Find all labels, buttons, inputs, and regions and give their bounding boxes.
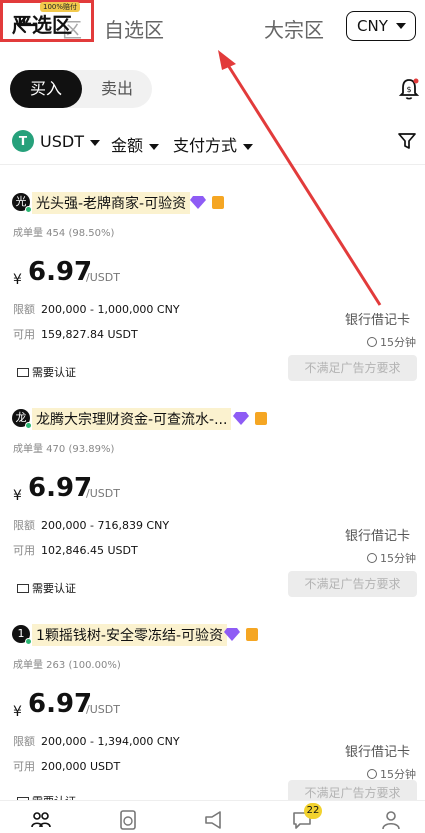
limit-row: 限额 200,000 - 1,394,000 CNY — [13, 733, 180, 749]
limit-label: 限额 — [13, 735, 35, 748]
payment-time-value: 15分钟 — [380, 336, 416, 349]
merchant-name[interactable]: 龙腾大宗理财资金-可查流水-... — [32, 408, 232, 430]
verification-label: 需要认证 — [32, 366, 76, 379]
filter-funnel-icon[interactable] — [396, 130, 418, 152]
merchant-card[interactable]: 光 光头强-老牌商家-可验资 成单量 454 (98.50%) ¥ 6.97 /… — [0, 192, 425, 411]
diamond-merchant-icon — [233, 412, 249, 425]
limit-value: 200,000 - 1,394,000 CNY — [41, 735, 180, 748]
id-card-icon — [17, 368, 29, 377]
orders-icon[interactable] — [117, 809, 139, 831]
currency-symbol: ¥ — [13, 272, 22, 288]
price-unit: /USDT — [86, 703, 120, 716]
amount-filter[interactable]: 金额 — [111, 132, 160, 156]
clock-icon — [367, 337, 377, 347]
chevron-down-icon — [243, 143, 254, 150]
order-stats: 成单量 470 (93.89%) — [13, 444, 115, 455]
tab-watchlist[interactable]: 自选区 — [104, 14, 164, 43]
diamond-merchant-icon — [224, 628, 240, 641]
filter-bar: T USDT 金额 支付方式 — [0, 124, 425, 160]
currency-symbol: ¥ — [13, 704, 22, 720]
requirements-not-met-button[interactable]: 不满足广告方要求 — [288, 571, 417, 597]
available-value: 159,827.84 USDT — [41, 328, 138, 341]
verified-shield-icon — [246, 628, 258, 641]
limit-value: 200,000 - 1,000,000 CNY — [41, 303, 180, 316]
messages-badge: 22 — [304, 803, 322, 819]
asset-filter-label: USDT — [40, 132, 84, 151]
tab-bulk[interactable]: 大宗区 — [264, 14, 324, 43]
available-row: 可用 200,000 USDT — [13, 758, 120, 774]
chevron-down-icon — [89, 139, 100, 146]
merchant-card[interactable]: 龙 龙腾大宗理财资金-可查流水-... 成单量 470 (93.89%) ¥ 6… — [0, 408, 425, 627]
available-label: 可用 — [13, 328, 35, 341]
available-label: 可用 — [13, 544, 35, 557]
verification-required: 需要认证 — [17, 364, 76, 380]
asset-filter[interactable]: USDT — [40, 132, 100, 151]
payment-method: 银行借记卡 — [345, 313, 411, 328]
price-unit: /USDT — [86, 487, 120, 500]
merchant-name[interactable]: 光头强-老牌商家-可验资 — [32, 192, 191, 214]
available-label: 可用 — [13, 760, 35, 773]
currency-select[interactable]: CNY — [346, 11, 416, 41]
diamond-merchant-icon — [190, 196, 206, 209]
price: 6.97 — [28, 473, 93, 503]
limit-row: 限额 200,000 - 1,000,000 CNY — [13, 301, 180, 317]
clock-icon — [367, 769, 377, 779]
currency-symbol: ¥ — [13, 488, 22, 504]
clock-icon — [367, 553, 377, 563]
bottom-nav — [0, 800, 425, 833]
online-status-dot — [25, 206, 32, 213]
megaphone-icon[interactable] — [203, 809, 225, 831]
available-value: 102,846.45 USDT — [41, 544, 138, 557]
limit-value: 200,000 - 716,839 CNY — [41, 519, 170, 532]
order-stats: 成单量 454 (98.50%) — [13, 228, 115, 239]
verified-shield-icon — [212, 196, 224, 209]
available-value: 200,000 USDT — [41, 760, 121, 773]
verification-required: 需要认证 — [17, 580, 76, 596]
verified-shield-icon — [255, 412, 267, 425]
payment-method: 银行借记卡 — [345, 529, 411, 544]
divider — [0, 164, 425, 165]
bell-icon[interactable]: $ — [396, 76, 422, 102]
price: 6.97 — [28, 257, 93, 287]
requirements-not-met-button[interactable]: 不满足广告方要求 — [288, 355, 417, 381]
top-header: 区 自选区 100%赔付 严选区 大宗区 CNY — [0, 0, 425, 52]
payment-filter[interactable]: 支付方式 — [173, 132, 254, 156]
order-stats: 成单量 263 (100.00%) — [13, 660, 121, 671]
svg-text:$: $ — [406, 85, 411, 94]
limit-label: 限额 — [13, 303, 35, 316]
chevron-down-icon — [396, 23, 406, 29]
online-status-dot — [25, 422, 32, 429]
usdt-token-icon: T — [12, 130, 34, 152]
p2p-users-icon[interactable] — [30, 809, 52, 831]
chevron-down-icon — [149, 143, 160, 150]
price-unit: /USDT — [86, 271, 120, 284]
limit-label: 限额 — [13, 519, 35, 532]
id-card-icon — [17, 584, 29, 593]
verification-label: 需要认证 — [32, 582, 76, 595]
sell-button[interactable]: 卖出 — [82, 70, 152, 108]
available-row: 可用 159,827.84 USDT — [13, 326, 138, 342]
online-status-dot — [25, 638, 32, 645]
payment-method: 银行借记卡 — [345, 745, 411, 760]
buy-button[interactable]: 买入 — [10, 70, 82, 108]
currency-value: CNY — [357, 17, 388, 35]
limit-row: 限额 200,000 - 716,839 CNY — [13, 517, 169, 533]
available-row: 可用 102,846.45 USDT — [13, 542, 138, 558]
payment-time: 15分钟 — [367, 550, 416, 566]
payment-time-value: 15分钟 — [380, 552, 416, 565]
buy-sell-toggle: 买入 卖出 — [10, 70, 152, 108]
merchant-name[interactable]: 1颗摇钱树-安全零冻结-可验资 — [32, 624, 228, 646]
price: 6.97 — [28, 689, 93, 719]
payment-filter-label: 支付方式 — [173, 136, 238, 155]
amount-filter-label: 金额 — [111, 136, 144, 155]
tab-strict-selection-label: 严选区 — [12, 13, 72, 37]
profile-icon[interactable] — [380, 809, 402, 831]
payment-time: 15分钟 — [367, 334, 416, 350]
